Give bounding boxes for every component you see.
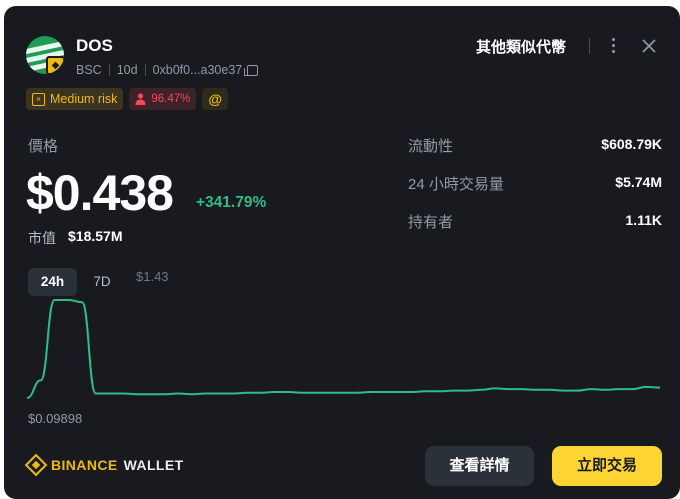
binance-logo-icon — [24, 453, 48, 477]
divider — [589, 38, 590, 54]
price-change: +341.79% — [196, 194, 267, 211]
token-name: DOS — [76, 36, 113, 55]
chain-badge-icon: ◆ — [46, 56, 64, 74]
token-meta: BSC 10d 0xb0f0...a30e37 — [76, 63, 259, 77]
market-cap-value: $18.57M — [68, 228, 123, 244]
view-details-button[interactable]: 查看詳情 — [425, 446, 534, 486]
holder-concentration-badge[interactable]: 96.47% — [129, 88, 197, 110]
holders-value: 1.11K — [625, 212, 662, 228]
token-age: 10d — [116, 63, 138, 77]
liquidity-value: $608.79K — [601, 136, 662, 152]
token-chain: BSC — [76, 63, 102, 77]
price-label: 價格 — [28, 138, 59, 155]
chart-series-line — [26, 299, 661, 399]
liquidity-label: 流動性 — [408, 138, 454, 155]
risk-tags: × Medium risk 96.47% @ — [26, 88, 229, 110]
token-popup-card: ◆ DOS BSC 10d 0xb0f0...a30e37 其他類似代幣 × M… — [4, 6, 680, 499]
volume-24h-value: $5.74M — [615, 174, 662, 190]
binance-wallet-logo: BINANCE WALLET — [24, 453, 184, 477]
risk-badge[interactable]: × Medium risk — [26, 88, 124, 110]
tab-24h[interactable]: 24h — [28, 268, 77, 296]
tab-7d[interactable]: 7D — [84, 268, 120, 296]
user-icon — [135, 93, 146, 105]
more-options-icon[interactable] — [608, 36, 618, 56]
brand-secondary: WALLET — [123, 457, 184, 473]
price-chart — [26, 299, 661, 399]
token-logo-icon: ◆ — [26, 36, 64, 74]
chevron-right-icon[interactable] — [553, 39, 565, 53]
copy-icon[interactable] — [244, 64, 259, 76]
risk-label: Medium risk — [50, 92, 118, 106]
divider — [144, 64, 146, 76]
trade-now-button[interactable]: 立即交易 — [552, 446, 662, 486]
close-icon[interactable] — [640, 37, 658, 55]
holders-label: 持有者 — [408, 214, 454, 231]
at-icon: @ — [208, 91, 223, 107]
social-badge[interactable]: @ — [202, 88, 229, 110]
chart-low-label: $0.09898 — [28, 411, 83, 426]
chart-high-label: $1.43 — [136, 269, 169, 284]
price-value: $0.438 — [26, 165, 174, 221]
brand-primary: BINANCE — [51, 457, 118, 473]
warning-icon: × — [32, 92, 45, 106]
market-cap-label: 市值 — [28, 230, 56, 246]
token-address[interactable]: 0xb0f0...a30e37 — [153, 63, 243, 77]
holder-pct: 96.47% — [151, 93, 191, 105]
divider — [108, 64, 110, 76]
volume-24h-label: 24 小時交易量 — [408, 176, 504, 193]
